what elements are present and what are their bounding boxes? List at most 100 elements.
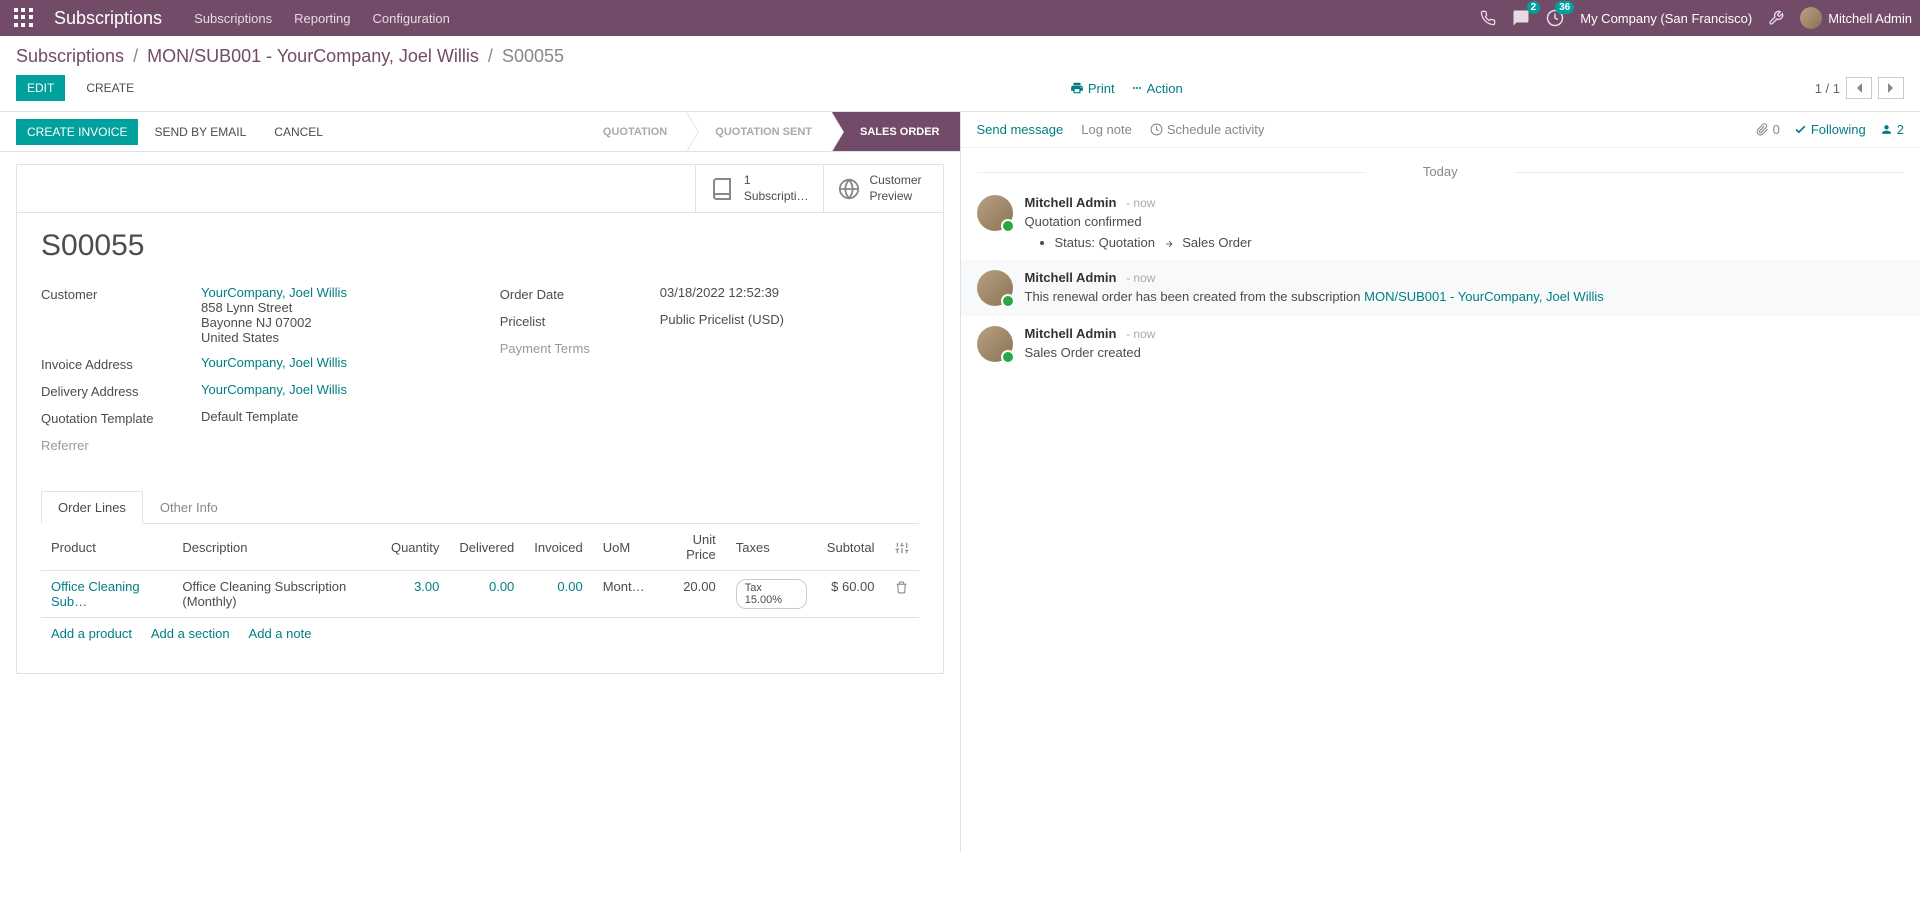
chatter-topbar: Send message Log note Schedule activity …: [961, 112, 1920, 148]
conversations-icon[interactable]: 2: [1512, 9, 1530, 27]
breadcrumb: Subscriptions / MON/SUB001 - YourCompany…: [16, 46, 1904, 67]
add-note-link[interactable]: Add a note: [249, 626, 312, 641]
following-button[interactable]: Following: [1794, 122, 1866, 137]
user-name: Mitchell Admin: [1828, 11, 1912, 26]
customer-link[interactable]: YourCompany, Joel Willis: [201, 285, 347, 300]
cell-taxes: Tax 15.00%: [736, 579, 807, 609]
action-button[interactable]: Action: [1131, 81, 1183, 96]
th-product: Product: [41, 524, 172, 571]
payment-terms-label: Payment Terms: [500, 339, 660, 356]
invoice-address-link[interactable]: YourCompany, Joel Willis: [201, 355, 347, 370]
user-avatar-icon: [1800, 7, 1822, 29]
delete-row-button[interactable]: [885, 571, 919, 618]
th-quantity: Quantity: [381, 524, 449, 571]
schedule-activity-button[interactable]: Schedule activity: [1150, 122, 1265, 137]
arrow-right-icon: [1162, 239, 1176, 249]
cell-invoiced: 0.00: [524, 571, 592, 618]
msg-timestamp: - now: [1126, 327, 1155, 341]
conversations-badge: 2: [1527, 1, 1541, 14]
thread-date-header: Today: [977, 158, 1905, 185]
th-options[interactable]: [885, 524, 919, 571]
status-quotation-sent[interactable]: QUOTATION SENT: [687, 112, 832, 151]
breadcrumb-root[interactable]: Subscriptions: [16, 46, 124, 66]
msg-author: Mitchell Admin: [1025, 326, 1117, 341]
book-icon: [710, 177, 734, 201]
apps-icon[interactable]: [14, 8, 34, 28]
breadcrumb-current: S00055: [502, 46, 564, 66]
pricelist-value: Public Pricelist (USD): [660, 312, 919, 327]
msg-body: Sales Order created: [1025, 345, 1905, 360]
record-title: S00055: [41, 229, 919, 263]
delivery-address-label: Delivery Address: [41, 382, 201, 399]
add-section-link[interactable]: Add a section: [151, 626, 230, 641]
order-date-label: Order Date: [500, 285, 660, 302]
tab-order-lines[interactable]: Order Lines: [41, 491, 143, 524]
check-icon: [1794, 123, 1807, 136]
debug-icon[interactable]: [1768, 10, 1784, 26]
control-panel: Subscriptions / MON/SUB001 - YourCompany…: [0, 36, 1920, 111]
address-line2: Bayonne NJ 07002: [201, 315, 460, 330]
statusbar: CREATE INVOICE SEND BY EMAIL CANCEL QUOT…: [0, 112, 960, 152]
clock-icon: [1150, 123, 1163, 136]
activities-badge: 36: [1555, 1, 1574, 14]
nav-subscriptions[interactable]: Subscriptions: [194, 11, 272, 26]
order-lines-table: Product Description Quantity Delivered I…: [41, 524, 919, 649]
main-content: CREATE INVOICE SEND BY EMAIL CANCEL QUOT…: [0, 111, 1920, 852]
activities-icon[interactable]: 36: [1546, 9, 1564, 27]
nav-configuration[interactable]: Configuration: [372, 11, 449, 26]
msg-timestamp: - now: [1126, 271, 1155, 285]
delivery-address-link[interactable]: YourCompany, Joel Willis: [201, 382, 347, 397]
pager-prev[interactable]: [1846, 77, 1872, 99]
message-thread: Today Mitchell Admin - now Quotation con…: [961, 148, 1920, 382]
tab-other-info[interactable]: Other Info: [143, 491, 235, 523]
cell-description: Office Cleaning Subscription (Monthly): [172, 571, 381, 618]
edit-button[interactable]: EDIT: [16, 75, 65, 101]
msg-author: Mitchell Admin: [1025, 270, 1117, 285]
send-email-button[interactable]: SEND BY EMAIL: [142, 119, 258, 145]
pager-next[interactable]: [1878, 77, 1904, 99]
log-note-button[interactable]: Log note: [1081, 122, 1132, 137]
quotation-template-value: Default Template: [201, 409, 460, 424]
th-delivered: Delivered: [449, 524, 524, 571]
stat-subscription[interactable]: 1 Subscripti…: [695, 165, 823, 212]
user-menu[interactable]: Mitchell Admin: [1800, 7, 1912, 29]
print-button[interactable]: Print: [1070, 81, 1115, 96]
form-view: CREATE INVOICE SEND BY EMAIL CANCEL QUOT…: [0, 112, 961, 852]
cell-uom: Mont…: [593, 571, 655, 618]
brand-title[interactable]: Subscriptions: [54, 8, 162, 29]
phone-icon[interactable]: [1480, 10, 1496, 26]
table-row[interactable]: Office Cleaning Sub… Office Cleaning Sub…: [41, 571, 919, 618]
msg-author: Mitchell Admin: [1025, 195, 1117, 210]
th-unit-price: Unit Price: [655, 524, 726, 571]
cell-product[interactable]: Office Cleaning Sub…: [51, 579, 140, 609]
statusbar-status: QUOTATION QUOTATION SENT SALES ORDER: [575, 112, 960, 151]
globe-icon: [838, 178, 860, 200]
quotation-template-label: Quotation Template: [41, 409, 201, 426]
status-sales-order[interactable]: SALES ORDER: [832, 112, 959, 151]
button-box: 1 Subscripti… Customer Preview: [17, 165, 943, 213]
form-sheet: 1 Subscripti… Customer Preview S00055: [16, 164, 944, 674]
chatter: Send message Log note Schedule activity …: [961, 112, 1920, 852]
company-switcher[interactable]: My Company (San Francisco): [1580, 11, 1752, 26]
th-subtotal: Subtotal: [817, 524, 885, 571]
breadcrumb-parent[interactable]: MON/SUB001 - YourCompany, Joel Willis: [147, 46, 479, 66]
attachment-icon: [1756, 123, 1769, 136]
attachments-count[interactable]: 0: [1756, 122, 1780, 137]
pager-value: 1 / 1: [1815, 81, 1840, 96]
send-message-button[interactable]: Send message: [977, 122, 1064, 137]
address-line3: United States: [201, 330, 460, 345]
create-button[interactable]: CREATE: [75, 75, 145, 101]
followers-count[interactable]: 2: [1880, 122, 1904, 137]
message: Mitchell Admin - now This renewal order …: [961, 260, 1920, 316]
message: Mitchell Admin - now Sales Order created: [977, 316, 1905, 372]
th-description: Description: [172, 524, 381, 571]
cancel-button[interactable]: CANCEL: [262, 119, 335, 145]
status-quotation[interactable]: QUOTATION: [575, 112, 687, 151]
nav-reporting[interactable]: Reporting: [294, 11, 350, 26]
message: Mitchell Admin - now Quotation confirmed…: [977, 185, 1905, 260]
msg-body: This renewal order has been created from…: [1025, 289, 1905, 304]
create-invoice-button[interactable]: CREATE INVOICE: [16, 119, 138, 145]
msg-subscription-link[interactable]: MON/SUB001 - YourCompany, Joel Willis: [1364, 289, 1604, 304]
stat-customer-preview[interactable]: Customer Preview: [823, 165, 943, 212]
add-product-link[interactable]: Add a product: [51, 626, 132, 641]
